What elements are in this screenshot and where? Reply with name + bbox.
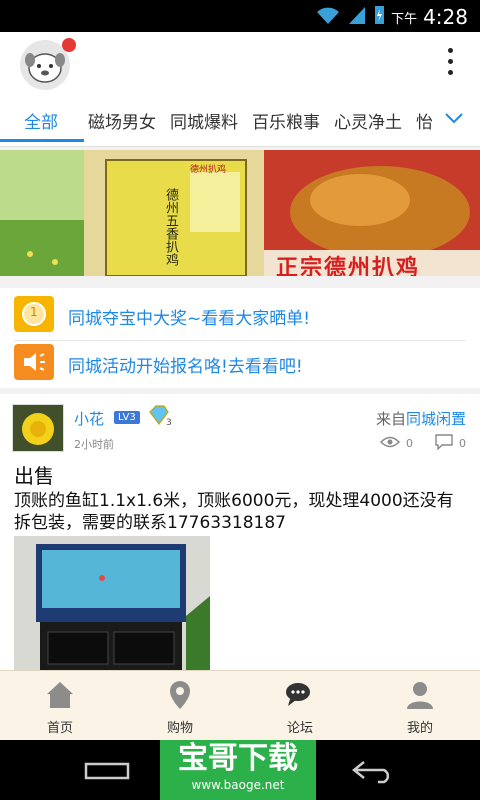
- nav-label: 首页: [46, 721, 73, 736]
- coin-icon: 1: [14, 296, 54, 332]
- battery-icon: [373, 4, 385, 30]
- banner-package-text: 德州五香扒鸡: [163, 188, 178, 266]
- speaker-icon: [14, 344, 54, 380]
- tab-pure-soul[interactable]: 心灵净土: [334, 108, 402, 133]
- back-icon[interactable]: [350, 758, 396, 788]
- post-body: 顶账的鱼缸1.1x1.6米，顶账6000元，现处理4000还没有拆包装，需要的联…: [14, 491, 454, 533]
- more-options-icon[interactable]: [448, 48, 454, 76]
- tab-baile-grain[interactable]: 百乐粮事: [252, 108, 320, 133]
- nav-forum[interactable]: 论坛: [260, 679, 340, 736]
- source-link[interactable]: 同城闲置: [406, 410, 466, 428]
- post-time: 2小时前: [74, 438, 114, 451]
- nav-label: 我的: [406, 721, 433, 736]
- home-icon: [44, 682, 76, 715]
- watermark-url: www.baoge.net: [191, 778, 285, 792]
- comment-count: 0: [459, 437, 466, 450]
- level-badge: LV3: [114, 411, 140, 424]
- notice-item-event[interactable]: 同城活动开始报名咯!去看看吧!: [0, 342, 480, 390]
- watermark: 宝哥下载 www.baoge.net: [160, 740, 316, 800]
- post-stats: 0 0: [380, 434, 466, 453]
- bottom-navigation: 首页 购物 论坛 我的: [0, 670, 480, 741]
- nav-shopping[interactable]: 购物: [140, 679, 220, 736]
- notification-dot: [62, 38, 76, 52]
- notice-divider: [14, 340, 466, 341]
- tab-local-news[interactable]: 同城爆料: [170, 108, 238, 133]
- tab-partial[interactable]: 怡: [416, 108, 433, 133]
- coin-icon-number: 1: [30, 305, 38, 319]
- comment-icon[interactable]: [435, 434, 453, 453]
- post-card[interactable]: 小花 LV3 3 来自同城闲置 2小时前 0 0 出售 顶账的鱼缸1.1x1.6…: [0, 394, 480, 670]
- time-period: 下午: [391, 11, 418, 27]
- post-image[interactable]: [14, 536, 210, 670]
- eye-icon: [380, 435, 400, 452]
- location-pin-icon: [164, 681, 196, 715]
- nav-home[interactable]: 首页: [20, 679, 100, 736]
- clock: 4:28: [423, 5, 468, 29]
- tab-magnetic-couples[interactable]: 磁场男女: [88, 108, 156, 133]
- active-tab-indicator: [0, 139, 84, 142]
- signal-icon: [347, 4, 367, 30]
- notice-text: 同城夺宝中大奖~看看大家晒单!: [68, 309, 311, 329]
- nav-mine[interactable]: 我的: [380, 679, 460, 736]
- tab-all[interactable]: 全部: [24, 108, 58, 133]
- post-title: 出售: [14, 464, 54, 488]
- person-icon: [404, 682, 436, 715]
- chevron-down-icon[interactable]: [444, 110, 464, 129]
- watermark-title: 宝哥下载: [178, 741, 298, 776]
- banner-package-brand: 德州扒鸡: [190, 165, 227, 175]
- notice-text: 同城活动开始报名咯!去看看吧!: [68, 357, 303, 377]
- nav-label: 购物: [166, 721, 193, 736]
- user-avatar[interactable]: [12, 404, 64, 452]
- app-bar: [0, 32, 480, 96]
- from-label: 来自: [375, 410, 406, 428]
- badge-number: 3: [166, 418, 172, 428]
- nav-label: 论坛: [286, 721, 313, 736]
- banner-caption: 正宗德州扒鸡: [276, 256, 421, 276]
- view-count: 0: [406, 437, 413, 450]
- promo-banner[interactable]: 德州五香扒鸡 德州扒鸡 正宗德州扒鸡: [0, 150, 480, 276]
- notice-item-prize[interactable]: 1 同城夺宝中大奖~看看大家晒单!: [0, 294, 480, 342]
- post-source: 来自同城闲置: [376, 408, 466, 429]
- status-bar: 下午 4:28: [0, 0, 480, 32]
- username[interactable]: 小花: [74, 408, 104, 429]
- notice-list: 1 同城夺宝中大奖~看看大家晒单! 同城活动开始报名咯!去看看吧!: [0, 288, 480, 388]
- recent-apps-icon[interactable]: [84, 760, 130, 786]
- chat-bubbles-icon: [284, 683, 316, 715]
- category-tabs: 全部 磁场男女 同城爆料 百乐粮事 心灵净土 怡: [0, 96, 480, 147]
- wifi-icon: [315, 4, 341, 30]
